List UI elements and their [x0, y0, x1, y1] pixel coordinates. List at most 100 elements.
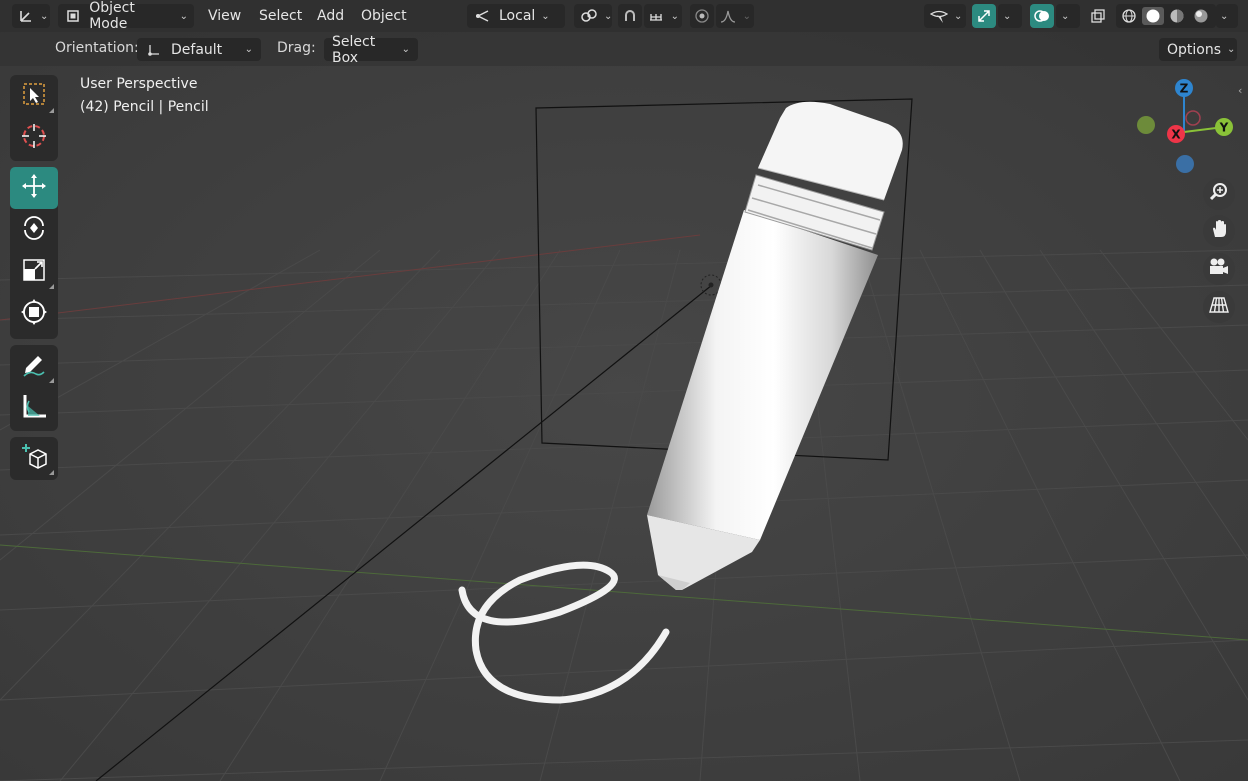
wireframe-shading-icon[interactable]: [1118, 7, 1140, 25]
tool-cursor[interactable]: [10, 117, 58, 159]
menu-object[interactable]: Object: [361, 4, 407, 28]
tool-settings-bar: Orientation: Default ⌄ Drag: Select Box …: [0, 32, 1248, 66]
toolbar-group-select: [10, 75, 58, 161]
axis-neg-y-handle[interactable]: [1137, 116, 1155, 134]
axis-x-label: X: [1171, 128, 1181, 142]
menu-select[interactable]: Select: [259, 4, 302, 28]
chevron-down-icon: ⌄: [1227, 44, 1236, 55]
menu-add[interactable]: Add: [317, 4, 344, 28]
perspective-toggle-button[interactable]: [1203, 291, 1235, 323]
transform-icon: [20, 298, 48, 330]
xray-toggle[interactable]: [1086, 4, 1110, 28]
mode-label: Object Mode: [89, 0, 135, 32]
cursor-icon: [20, 122, 48, 154]
chevron-down-icon: ⌄: [954, 10, 963, 22]
chevron-down-icon: ⌄: [1003, 10, 1012, 22]
drag-label: Drag:: [277, 40, 316, 56]
overlay-dropdown[interactable]: ⌄: [1056, 4, 1080, 28]
axis-neg-x-handle[interactable]: [1185, 110, 1201, 126]
rendered-shading-icon[interactable]: [1190, 7, 1212, 25]
toolbar-group-annotate: [10, 345, 58, 431]
tool-add-cube[interactable]: [10, 437, 58, 479]
axis-neg-z-handle[interactable]: [1176, 155, 1194, 173]
chevron-down-icon: ⌄: [40, 10, 49, 22]
snap-increment-icon: [647, 7, 665, 25]
proportional-edit-icon: [693, 7, 711, 25]
view-name-label: User Perspective: [80, 76, 198, 92]
viewport-header: ⌄ Object Mode ⌄ View Select Add Object L…: [0, 0, 1248, 32]
gizmo-icon: [975, 7, 993, 25]
chevron-down-icon: ⌄: [742, 10, 751, 22]
viewport-canvas[interactable]: [0, 0, 1248, 781]
annotate-pencil-icon: [20, 350, 48, 382]
magnet-icon: [621, 7, 639, 25]
chevron-down-icon: ⌄: [179, 10, 188, 22]
object-mode-icon: [64, 7, 81, 25]
chevron-down-icon: ⌄: [244, 44, 253, 55]
axis-z-label: Z: [1180, 82, 1189, 96]
overlay-toggle[interactable]: [1030, 4, 1054, 28]
orientation-dropdown[interactable]: Default ⌄: [137, 38, 261, 61]
sidebar-toggle-arrow-icon[interactable]: ‹: [1238, 84, 1248, 98]
measure-ruler-icon: [20, 392, 48, 424]
options-dropdown[interactable]: Options ⌄: [1159, 38, 1237, 61]
tool-scale[interactable]: [10, 251, 58, 293]
object-info-label: (42) Pencil | Pencil: [80, 99, 209, 115]
proportional-edit-toggle[interactable]: [690, 4, 714, 28]
rotate-icon: [20, 214, 48, 246]
falloff-dropdown[interactable]: ⌄: [716, 4, 754, 28]
drag-dropdown[interactable]: Select Box ⌄: [324, 34, 418, 66]
gizmo-dropdown[interactable]: ⌄: [998, 4, 1022, 28]
mode-dropdown[interactable]: Object Mode ⌄: [58, 0, 194, 32]
selectability-icon: [930, 7, 948, 25]
chevron-down-icon: ⌄: [1220, 10, 1229, 22]
toolbar-group-transform: [10, 167, 58, 339]
zoom-button[interactable]: [1203, 178, 1235, 210]
solid-shading-icon[interactable]: [1142, 7, 1164, 25]
tool-rotate[interactable]: [10, 209, 58, 251]
toolbar-group-add: [10, 437, 58, 480]
snap-toggle[interactable]: [618, 4, 642, 28]
zoom-icon: [1209, 182, 1229, 206]
chevron-down-icon: ⌄: [604, 10, 613, 22]
menu-view[interactable]: View: [208, 4, 241, 28]
transform-orientation-label: Local: [499, 8, 536, 24]
hand-pan-icon: [1209, 219, 1229, 243]
grid-perspective-icon: [1209, 295, 1229, 319]
tool-transform[interactable]: [10, 293, 58, 335]
xray-icon: [1089, 7, 1107, 25]
axis-gizmo-icon: [18, 7, 34, 25]
tool-move[interactable]: [10, 167, 58, 209]
chevron-down-icon: ⌄: [401, 44, 410, 55]
chevron-down-icon: ⌄: [1061, 10, 1070, 22]
camera-view-button[interactable]: [1203, 253, 1235, 285]
pivot-point-dropdown[interactable]: ⌄: [574, 4, 612, 28]
shading-dropdown[interactable]: ⌄: [1216, 4, 1238, 28]
orientation-icon: [473, 7, 491, 25]
select-box-icon: [21, 81, 47, 111]
camera-icon: [1208, 257, 1230, 281]
options-label: Options: [1167, 41, 1222, 58]
material-preview-shading-icon[interactable]: [1166, 7, 1188, 25]
tool-select-box[interactable]: [10, 75, 58, 117]
navigation-gizmo[interactable]: Z X Y: [1130, 72, 1240, 182]
scale-icon: [21, 257, 47, 287]
add-cube-icon: [20, 442, 48, 474]
transform-orientation-dropdown[interactable]: Local ⌄: [467, 4, 565, 28]
drag-value: Select Box: [332, 33, 376, 66]
axis-y-label: Y: [1219, 121, 1229, 135]
move-icon: [20, 172, 48, 204]
pivot-icon: [580, 7, 598, 25]
tool-measure[interactable]: [10, 387, 58, 429]
selectability-dropdown[interactable]: ⌄: [924, 4, 966, 28]
shading-mode-group: [1116, 4, 1216, 28]
editor-type-button[interactable]: ⌄: [12, 4, 50, 28]
pan-button[interactable]: [1203, 215, 1235, 247]
gizmo-toggle[interactable]: [972, 4, 996, 28]
falloff-curve-icon: [719, 7, 737, 25]
orientation-value: Default: [171, 41, 223, 58]
orientation-label: Orientation:: [55, 40, 139, 56]
overlay-icon: [1033, 7, 1051, 25]
tool-annotate[interactable]: [10, 345, 58, 387]
snap-target-dropdown[interactable]: ⌄: [644, 4, 682, 28]
